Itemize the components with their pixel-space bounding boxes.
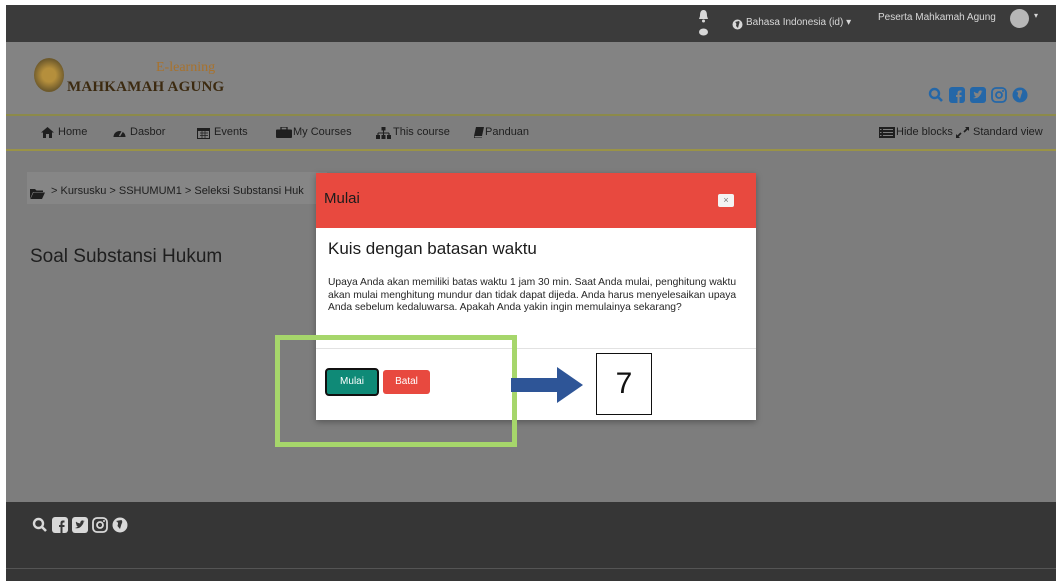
top-bar: Bahasa Indonesia (id) ▾ Peserta Mahkamah… [6, 5, 1056, 42]
notification-icon[interactable] [698, 9, 709, 44]
footer-social-links [32, 517, 128, 538]
modal-title: Mulai [324, 190, 360, 207]
search-icon[interactable] [928, 87, 944, 108]
logo-title[interactable]: MAHKAMAH AGUNG [67, 79, 224, 96]
briefcase-icon [276, 125, 292, 138]
modal-subtitle: Kuis dengan batasan waktu [328, 239, 537, 258]
app-window: Bahasa Indonesia (id) ▾ Peserta Mahkamah… [6, 5, 1056, 581]
step-number: 7 [596, 353, 652, 415]
standard-view-label: Standard view [973, 126, 1043, 138]
logo-emblem-icon[interactable] [34, 58, 64, 92]
twitter-icon[interactable] [72, 517, 88, 538]
hide-blocks-label: Hide blocks [896, 126, 953, 138]
user-menu[interactable]: Peserta Mahkamah Agung [878, 12, 996, 23]
hide-blocks-button[interactable]: Hide blocks [879, 126, 953, 138]
page-title: Soal Substansi Hukum [30, 246, 223, 267]
highlight-box [275, 335, 517, 447]
sitemap-icon [376, 126, 391, 139]
nav-my-courses-label: My Courses [293, 126, 352, 138]
dashboard-icon [113, 127, 126, 138]
globe-icon [732, 17, 743, 35]
nav-divider [6, 149, 1056, 151]
instagram-icon[interactable] [92, 517, 108, 538]
nav-panduan-label: Panduan [485, 126, 530, 138]
modal-body-text: Upaya Anda akan memiliki batas waktu 1 j… [328, 277, 737, 314]
facebook-icon[interactable] [949, 87, 965, 108]
instagram-icon[interactable] [991, 87, 1007, 108]
avatar[interactable] [1010, 9, 1029, 28]
arrow-right-icon [511, 367, 583, 408]
language-label: Bahasa Indonesia (id) [746, 17, 844, 28]
footer-divider [6, 568, 1056, 569]
expand-arrows-icon [956, 126, 969, 138]
search-icon[interactable] [32, 517, 48, 538]
globe-icon[interactable] [112, 517, 128, 538]
nav-dasbor[interactable]: Dasbor [113, 126, 165, 138]
social-links [928, 87, 1028, 108]
calendar-icon [197, 127, 210, 139]
nav-home-label: Home [58, 126, 88, 138]
nav-this-course-label: This course [393, 126, 450, 138]
twitter-icon[interactable] [970, 87, 986, 108]
nav-my-courses[interactable]: My Courses [276, 125, 352, 138]
nav-panduan[interactable]: Panduan [473, 126, 530, 138]
logo-subtitle: E-learning [156, 60, 216, 75]
language-selector[interactable]: Bahasa Indonesia (id) ▾ [746, 17, 851, 28]
breadcrumb-text[interactable]: > Kursusku > SSHUMUM1 > Seleksi Substans… [51, 185, 304, 197]
chevron-down-icon[interactable]: ▾ [1034, 11, 1038, 20]
book-icon [473, 126, 484, 138]
list-icon [879, 126, 895, 138]
nav-events-label: Events [214, 126, 248, 138]
site-header: E-learning MAHKAMAH AGUNG [6, 42, 1056, 115]
footer [6, 502, 1056, 581]
modal-header: Mulai × [316, 173, 756, 228]
nav-events[interactable]: Events [197, 126, 248, 139]
user-name: Peserta Mahkamah Agung [878, 12, 996, 23]
nav-this-course[interactable]: This course [376, 126, 450, 139]
globe-icon[interactable] [1012, 87, 1028, 108]
standard-view-button[interactable]: Standard view [956, 126, 1043, 138]
close-icon[interactable]: × [718, 194, 734, 207]
nav-home[interactable]: Home [41, 126, 87, 138]
nav-dasbor-label: Dasbor [130, 126, 166, 138]
home-icon [41, 126, 54, 138]
folder-icon[interactable] [30, 186, 45, 204]
facebook-icon[interactable] [52, 517, 68, 538]
